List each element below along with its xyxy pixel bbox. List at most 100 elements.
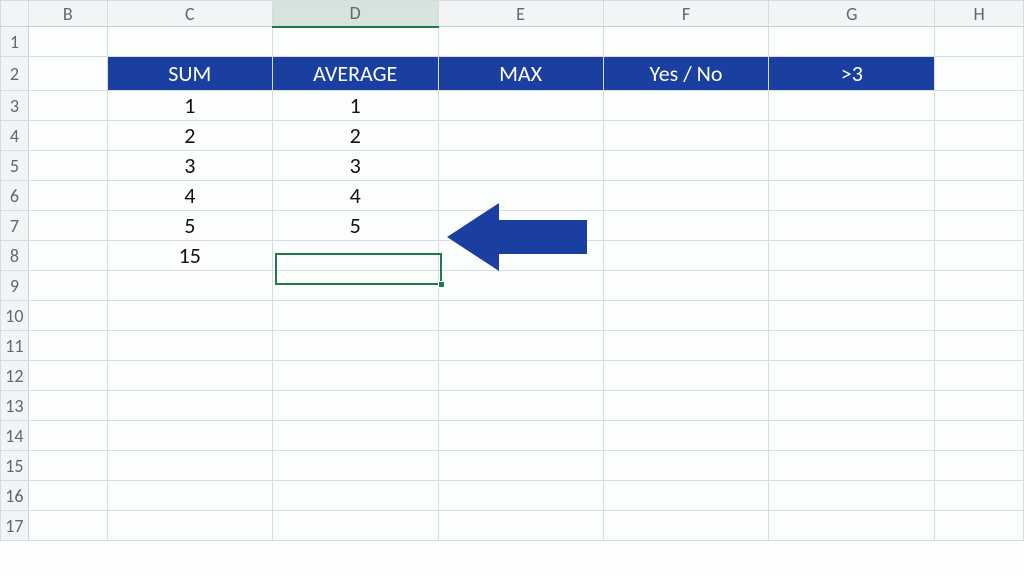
cell-G9[interactable] [769, 271, 935, 301]
row-header-7[interactable]: 7 [1, 211, 29, 241]
cell-C16[interactable] [107, 481, 272, 511]
cell-H8[interactable] [935, 241, 1024, 271]
cell-D8[interactable] [272, 241, 438, 271]
cell-F3[interactable] [603, 91, 769, 121]
cell-C3[interactable]: 1 [107, 91, 272, 121]
cell-C15[interactable] [107, 451, 272, 481]
cell-B17[interactable] [28, 511, 107, 541]
col-header-H[interactable]: H [935, 1, 1024, 27]
cell-C14[interactable] [107, 421, 272, 451]
cell-F10[interactable] [603, 301, 769, 331]
cell-H7[interactable] [935, 211, 1024, 241]
cell-D6[interactable]: 4 [272, 181, 438, 211]
header-gt3[interactable]: >3 [769, 57, 935, 91]
cell-D7[interactable]: 5 [272, 211, 438, 241]
fill-handle[interactable] [438, 281, 445, 288]
row-header-5[interactable]: 5 [1, 151, 29, 181]
cell-B6[interactable] [28, 181, 107, 211]
cell-H9[interactable] [935, 271, 1024, 301]
row-header-17[interactable]: 17 [1, 511, 29, 541]
cell-C12[interactable] [107, 361, 272, 391]
cell-D9[interactable] [272, 271, 438, 301]
cell-H4[interactable] [935, 121, 1024, 151]
cell-F15[interactable] [603, 451, 769, 481]
row-header-11[interactable]: 11 [1, 331, 29, 361]
cell-C1[interactable] [107, 27, 272, 57]
cell-B11[interactable] [28, 331, 107, 361]
cell-D3[interactable]: 1 [272, 91, 438, 121]
header-sum[interactable]: SUM [107, 57, 272, 91]
cell-G14[interactable] [769, 421, 935, 451]
row-header-14[interactable]: 14 [1, 421, 29, 451]
cell-F8[interactable] [603, 241, 769, 271]
cell-C6[interactable]: 4 [107, 181, 272, 211]
cell-F13[interactable] [603, 391, 769, 421]
cell-C13[interactable] [107, 391, 272, 421]
row-header-16[interactable]: 16 [1, 481, 29, 511]
cell-B7[interactable] [28, 211, 107, 241]
cell-G11[interactable] [769, 331, 935, 361]
row-header-10[interactable]: 10 [1, 301, 29, 331]
cell-G5[interactable] [769, 151, 935, 181]
cell-G16[interactable] [769, 481, 935, 511]
cell-H15[interactable] [935, 451, 1024, 481]
cell-G8[interactable] [769, 241, 935, 271]
cell-H2[interactable] [935, 57, 1024, 91]
cell-E7[interactable] [438, 211, 603, 241]
cell-D11[interactable] [272, 331, 438, 361]
cell-H6[interactable] [935, 181, 1024, 211]
cell-G15[interactable] [769, 451, 935, 481]
cell-B12[interactable] [28, 361, 107, 391]
cell-B10[interactable] [28, 301, 107, 331]
cell-B9[interactable] [28, 271, 107, 301]
cell-H12[interactable] [935, 361, 1024, 391]
cell-E15[interactable] [438, 451, 603, 481]
cell-E8[interactable] [438, 241, 603, 271]
cell-H17[interactable] [935, 511, 1024, 541]
cell-G6[interactable] [769, 181, 935, 211]
col-header-G[interactable]: G [769, 1, 935, 27]
header-yesno[interactable]: Yes / No [603, 57, 769, 91]
cell-E5[interactable] [438, 151, 603, 181]
cell-C9[interactable] [107, 271, 272, 301]
cell-F1[interactable] [603, 27, 769, 57]
col-header-D[interactable]: D [272, 1, 438, 27]
cell-B2[interactable] [28, 57, 107, 91]
col-header-E[interactable]: E [438, 1, 603, 27]
cell-C7[interactable]: 5 [107, 211, 272, 241]
header-average[interactable]: AVERAGE [272, 57, 438, 91]
spreadsheet-grid[interactable]: B C D E F G H 1 2 SUM AVERAGE MAX Yes / … [0, 0, 1024, 541]
cell-F6[interactable] [603, 181, 769, 211]
cell-F5[interactable] [603, 151, 769, 181]
cell-B8[interactable] [28, 241, 107, 271]
col-header-C[interactable]: C [107, 1, 272, 27]
cell-F16[interactable] [603, 481, 769, 511]
cell-E10[interactable] [438, 301, 603, 331]
cell-B1[interactable] [28, 27, 107, 57]
cell-H11[interactable] [935, 331, 1024, 361]
cell-B3[interactable] [28, 91, 107, 121]
cell-F11[interactable] [603, 331, 769, 361]
cell-F4[interactable] [603, 121, 769, 151]
cell-D5[interactable]: 3 [272, 151, 438, 181]
cell-G12[interactable] [769, 361, 935, 391]
cell-D10[interactable] [272, 301, 438, 331]
cell-D1[interactable] [272, 27, 438, 57]
cell-H14[interactable] [935, 421, 1024, 451]
col-header-B[interactable]: B [28, 1, 107, 27]
header-max[interactable]: MAX [438, 57, 603, 91]
row-header-13[interactable]: 13 [1, 391, 29, 421]
row-header-2[interactable]: 2 [1, 57, 29, 91]
cell-F9[interactable] [603, 271, 769, 301]
cell-D4[interactable]: 2 [272, 121, 438, 151]
cell-G4[interactable] [769, 121, 935, 151]
cell-H10[interactable] [935, 301, 1024, 331]
row-header-15[interactable]: 15 [1, 451, 29, 481]
cell-G7[interactable] [769, 211, 935, 241]
cell-B16[interactable] [28, 481, 107, 511]
cell-E17[interactable] [438, 511, 603, 541]
cell-F17[interactable] [603, 511, 769, 541]
cell-F14[interactable] [603, 421, 769, 451]
cell-C5[interactable]: 3 [107, 151, 272, 181]
cell-G1[interactable] [769, 27, 935, 57]
